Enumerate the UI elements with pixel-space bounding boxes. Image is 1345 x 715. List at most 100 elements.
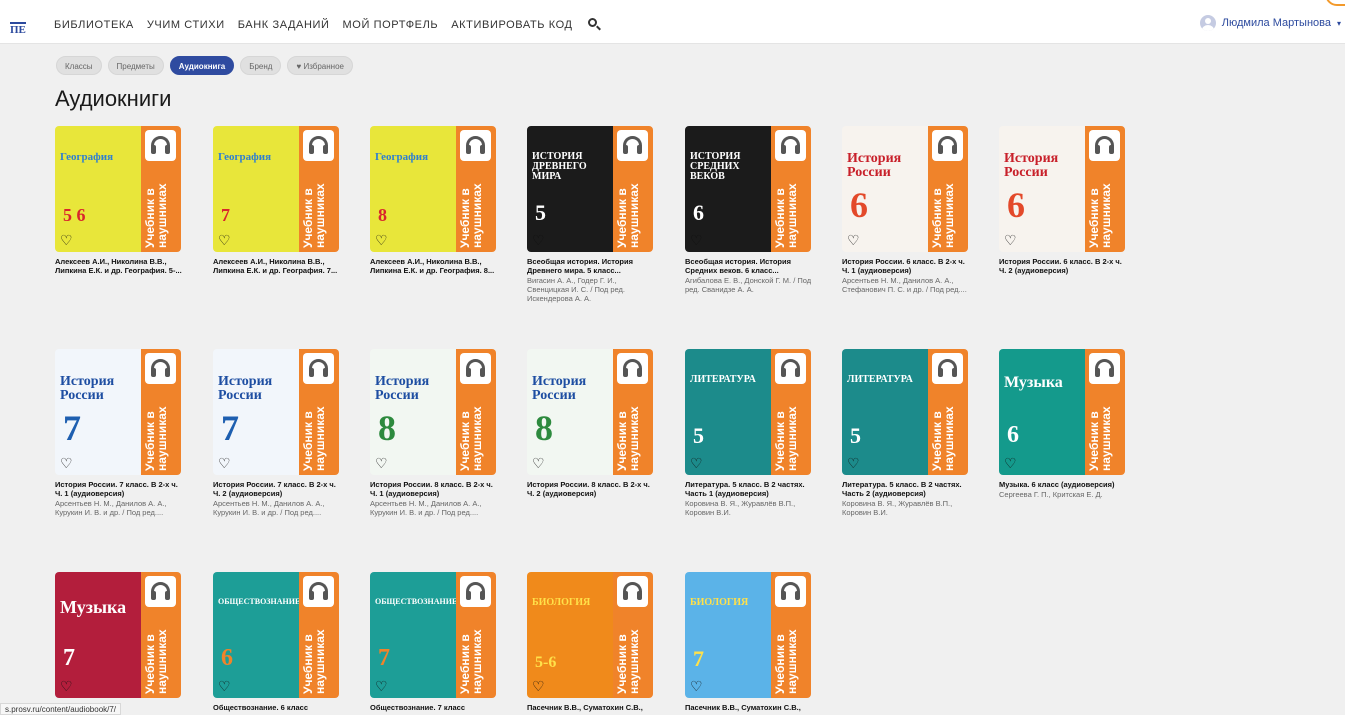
filter-subjects[interactable]: Предметы	[107, 56, 164, 75]
audiobook-card[interactable]: ЛИТЕРАТУРА 5 Учебник в наушниках ♡ Литератур…	[685, 349, 815, 517]
book-title[interactable]: История России. 8 класс. В 2-х ч. Ч. 1 (…	[370, 480, 500, 498]
cover-title: ОБЩЕСТВОЗНАНИЕ	[218, 597, 301, 606]
book-cover[interactable]: История России 6 Учебник в наушниках ♡	[999, 126, 1125, 252]
heart-icon[interactable]: ♡	[690, 233, 704, 247]
book-title[interactable]: Алексеев А.И., Николина В.В., Липкина Е.…	[213, 257, 343, 275]
book-cover[interactable]: ЛИТЕРАТУРА 5 Учебник в наушниках ♡	[842, 349, 968, 475]
audiobook-card[interactable]: История России 7 Учебник в наушниках ♡ Истор…	[213, 349, 343, 517]
heart-icon[interactable]: ♡	[218, 456, 232, 470]
audiobook-card[interactable]: География 7 Учебник в наушниках ♡ Алексеев А…	[213, 126, 343, 275]
book-title[interactable]: Литература. 5 класс. В 2 частях. Часть 1…	[685, 480, 815, 498]
book-title[interactable]: Всеобщая история. История Древнего мира.…	[527, 257, 657, 275]
audiobook-card[interactable]: ЛИТЕРАТУРА 5 Учебник в наушниках ♡ Литератур…	[842, 349, 972, 517]
book-title[interactable]: Алексеев А.И., Николина В.В., Липкина Е.…	[370, 257, 500, 275]
cover-grade-number: 6	[1007, 422, 1019, 448]
book-cover[interactable]: ИСТОРИЯ СРЕДНИХ ВЕКОВ 6 Учебник в наушника…	[685, 126, 811, 252]
heart-icon[interactable]: ♡	[375, 679, 389, 693]
audiobook-card[interactable]: БИОЛОГИЯ 7 Учебник в наушниках ♡ Пасечник В.…	[685, 572, 815, 712]
nav-activate-code[interactable]: АКТИВИРОВАТЬ КОД	[451, 19, 572, 31]
filter-audiobook[interactable]: Аудиокнига	[169, 56, 235, 75]
nav-library[interactable]: БИБЛИОТЕКА	[54, 19, 134, 31]
book-title[interactable]: Литература. 5 класс. В 2 частях. Часть 2…	[842, 480, 972, 498]
heart-icon[interactable]: ♡	[375, 233, 389, 247]
book-title[interactable]: История России. 6 класс. В 2-х ч. Ч. 1 (…	[842, 257, 972, 275]
filter-chips: Классы Предметы Аудиокнига Бренд ♥ Избра…	[56, 56, 353, 75]
heart-icon[interactable]: ♡	[690, 679, 704, 693]
heart-icon[interactable]: ♡	[532, 456, 546, 470]
book-cover[interactable]: История России 6 Учебник в наушниках ♡	[842, 126, 968, 252]
cover-title: ИСТОРИЯ ДРЕВНЕГО МИРА	[532, 151, 587, 182]
prosv-logo[interactable]: ПЕ	[10, 22, 26, 36]
filter-classes[interactable]: Классы	[56, 56, 102, 75]
heart-icon[interactable]: ♡	[847, 456, 861, 470]
audiobook-card[interactable]: История России 7 Учебник в наушниках ♡ Истор…	[55, 349, 185, 517]
nav-learn-poems[interactable]: УЧИМ СТИХИ	[147, 19, 225, 31]
audiobook-card[interactable]: История России 8 Учебник в наушниках ♡ Истор…	[527, 349, 657, 498]
audiobook-card[interactable]: ИСТОРИЯ СРЕДНИХ ВЕКОВ 6 Учебник в наушника…	[685, 126, 815, 294]
heart-icon[interactable]: ♡	[532, 679, 546, 693]
book-cover[interactable]: ЛИТЕРАТУРА 5 Учебник в наушниках ♡	[685, 349, 811, 475]
search-icon[interactable]	[587, 18, 602, 32]
book-title[interactable]: Пасечник В.В., Суматохин С.В.,	[527, 703, 657, 712]
heart-icon[interactable]: ♡	[532, 233, 546, 247]
corner-orange-button[interactable]	[1325, 0, 1345, 6]
filter-brand[interactable]: Бренд	[240, 56, 282, 75]
book-title[interactable]: Всеобщая история. История Средних веков.…	[685, 257, 815, 275]
audiobook-card[interactable]: География 5 6 Учебник в наушниках ♡ Алексеев…	[55, 126, 185, 275]
nav-my-portfolio[interactable]: МОЙ ПОРТФЕЛЬ	[343, 19, 439, 31]
headphones-icon	[932, 353, 963, 384]
audiobook-card[interactable]: БИОЛОГИЯ 5-6 Учебник в наушниках ♡ Пасечник …	[527, 572, 657, 712]
book-title[interactable]: Алексеев А.И., Николина В.В., Липкина Е.…	[55, 257, 185, 275]
book-cover[interactable]: География 8 Учебник в наушниках ♡	[370, 126, 496, 252]
book-title[interactable]: История России. 7 класс. В 2-х ч. Ч. 1 (…	[55, 480, 185, 498]
audiobook-card[interactable]: Музыка7Учебник в наушниках♡рсия)	[55, 572, 185, 712]
book-title[interactable]: Пасечник В.В., Суматохин С.В.,	[685, 703, 815, 712]
nav-task-bank[interactable]: БАНК ЗАДАНИЙ	[238, 19, 330, 31]
book-cover[interactable]: История России 8 Учебник в наушниках ♡	[370, 349, 496, 475]
book-title[interactable]: История России. 8 класс. В 2-х ч. Ч. 2 (…	[527, 480, 657, 498]
user-menu[interactable]: Людмила Мартынова ▾	[1199, 15, 1341, 31]
book-cover[interactable]: Музыка 6 Учебник в наушниках ♡	[999, 349, 1125, 475]
heart-icon[interactable]: ♡	[60, 456, 74, 470]
audiobook-card[interactable]: История России 6 Учебник в наушниках ♡ Истор…	[999, 126, 1129, 275]
book-cover[interactable]: География 5 6 Учебник в наушниках ♡	[55, 126, 181, 252]
book-cover[interactable]: ИСТОРИЯ ДРЕВНЕГО МИРА 5 Учебник в наушника…	[527, 126, 653, 252]
book-title[interactable]: История России. 7 класс. В 2-х ч. Ч. 2 (…	[213, 480, 343, 498]
audiobook-card[interactable]: Музыка 6 Учебник в наушниках ♡ Музыка. 6 кла…	[999, 349, 1129, 499]
audiobook-card[interactable]: География 8 Учебник в наушниках ♡ Алексеев А…	[370, 126, 500, 275]
heart-icon[interactable]: ♡	[690, 456, 704, 470]
book-cover[interactable]: История России 8 Учебник в наушниках ♡	[527, 349, 653, 475]
heart-icon[interactable]: ♡	[847, 233, 861, 247]
book-title[interactable]: Обществознание. 6 класс	[213, 703, 343, 712]
book-cover[interactable]: История России 7 Учебник в наушниках ♡	[213, 349, 339, 475]
book-title[interactable]: Музыка. 6 класс (аудиоверсия)	[999, 480, 1129, 489]
heart-icon[interactable]: ♡	[375, 456, 389, 470]
heart-icon[interactable]: ♡	[1004, 233, 1018, 247]
audiobook-card[interactable]: ОБЩЕСТВОЗНАНИЕ 7 Учебник в наушниках ♡ Общес…	[370, 572, 500, 712]
cover-title: История России	[375, 374, 430, 403]
headphones-icon	[460, 353, 491, 384]
headphones-icon	[303, 130, 334, 161]
heart-icon[interactable]: ♡	[60, 233, 74, 247]
filter-favorites[interactable]: ♥ Избранное	[287, 56, 353, 75]
book-cover[interactable]: История России 7 Учебник в наушниках ♡	[55, 349, 181, 475]
audiobook-card[interactable]: ИСТОРИЯ ДРЕВНЕГО МИРА 5 Учебник в наушника…	[527, 126, 657, 303]
audiobook-card[interactable]: История России 8 Учебник в наушниках ♡ Истор…	[370, 349, 500, 517]
heart-icon[interactable]: ♡	[218, 679, 232, 693]
cover-grade-number: 6	[693, 200, 704, 225]
book-cover[interactable]: География 7 Учебник в наушниках ♡	[213, 126, 339, 252]
heart-icon[interactable]: ♡	[60, 679, 74, 693]
book-cover[interactable]: БИОЛОГИЯ 5-6 Учебник в наушниках ♡	[527, 572, 653, 698]
book-cover[interactable]: Музыка 7 Учебник в наушниках ♡	[55, 572, 181, 698]
audiobook-card[interactable]: История России 6 Учебник в наушниках ♡ Истор…	[842, 126, 972, 294]
book-title[interactable]: История России. 6 класс. В 2-х ч. Ч. 2 (…	[999, 257, 1129, 275]
heart-icon[interactable]: ♡	[1004, 456, 1018, 470]
band-label: Учебник в наушниках	[1087, 183, 1113, 248]
book-cover[interactable]: ОБЩЕСТВОЗНАНИЕ 7 Учебник в наушниках ♡	[370, 572, 496, 698]
book-title[interactable]: Обществознание. 7 класс	[370, 703, 500, 712]
book-cover[interactable]: БИОЛОГИЯ 7 Учебник в наушниках ♡	[685, 572, 811, 698]
book-cover[interactable]: ОБЩЕСТВОЗНАНИЕ 6 Учебник в наушниках ♡	[213, 572, 339, 698]
headphones-icon	[932, 130, 963, 161]
audiobook-card[interactable]: ОБЩЕСТВОЗНАНИЕ 6 Учебник в наушниках ♡ Общес…	[213, 572, 343, 712]
heart-icon[interactable]: ♡	[218, 233, 232, 247]
